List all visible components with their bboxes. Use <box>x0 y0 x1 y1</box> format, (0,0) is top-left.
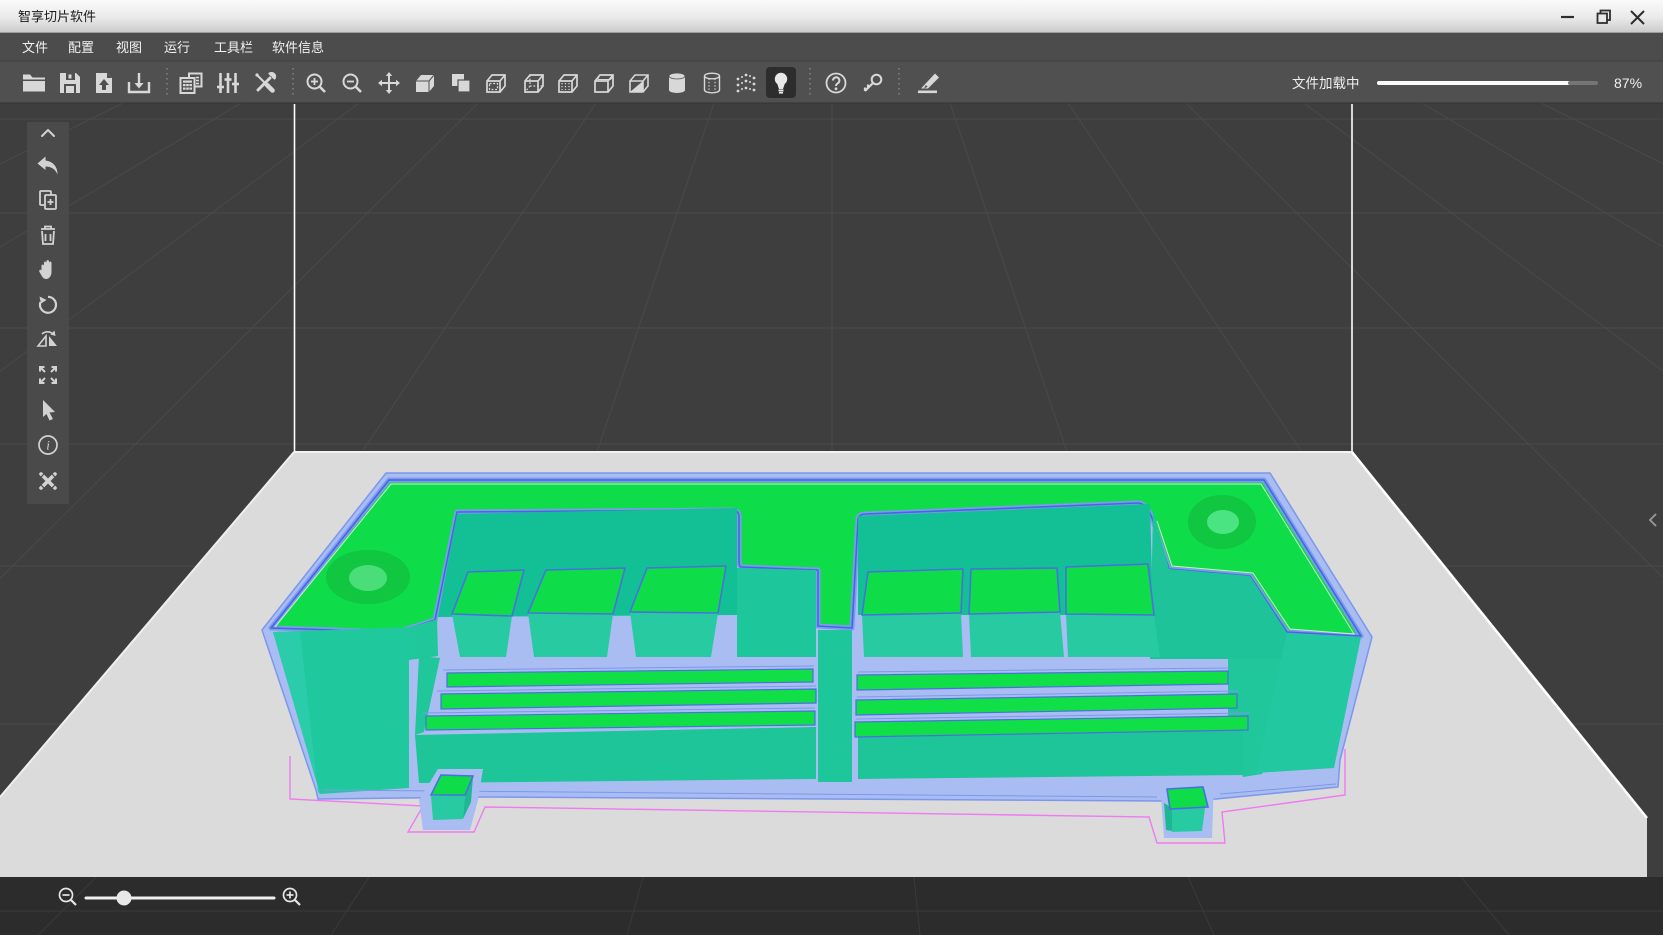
svg-text:视图: 视图 <box>116 40 142 55</box>
svg-text:文件: 文件 <box>22 40 48 55</box>
svg-text:工具栏: 工具栏 <box>214 40 253 55</box>
svg-text:87%: 87% <box>1614 75 1642 91</box>
svg-text:智享切片软件: 智享切片软件 <box>18 9 96 24</box>
svg-text:i: i <box>46 438 50 453</box>
svg-text:软件信息: 软件信息 <box>272 40 324 55</box>
svg-text:配置: 配置 <box>68 40 94 55</box>
svg-text:文件加载中: 文件加载中 <box>1292 76 1360 91</box>
svg-text:运行: 运行 <box>164 40 190 55</box>
